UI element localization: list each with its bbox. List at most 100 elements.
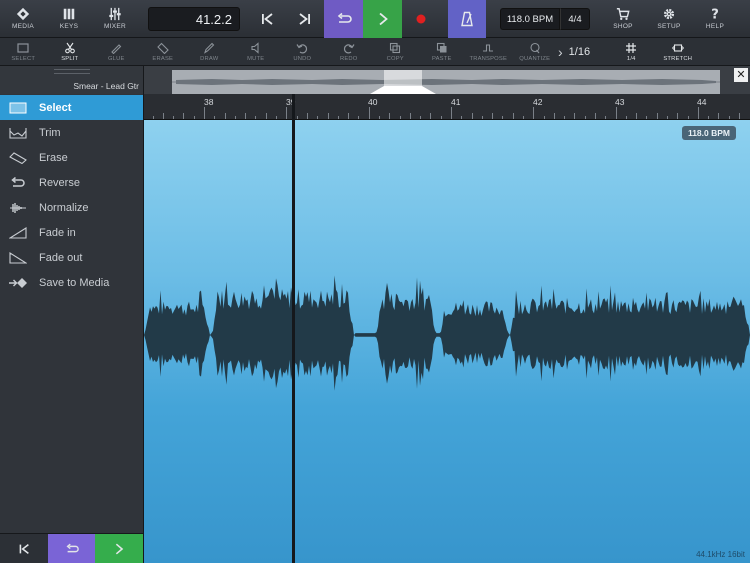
audio-edit-sidebar: Select Trim Erase Reverse Normalize Fade…: [0, 94, 144, 533]
stretch-icon: [671, 43, 684, 52]
play-button[interactable]: [363, 0, 402, 38]
ruler-tick: [409, 113, 411, 119]
song-position-display[interactable]: 41.2.2: [148, 6, 240, 31]
transpose-icon: [483, 43, 494, 52]
close-overview-button[interactable]: ✕: [734, 68, 748, 82]
sidebar-item-save-to-media[interactable]: Save to Media: [0, 270, 143, 295]
quantize-value-selector[interactable]: › 1/16: [558, 38, 594, 66]
overview-strip[interactable]: [172, 70, 720, 94]
mute-tool-button[interactable]: MUTE: [233, 38, 280, 66]
ruler-tick: [492, 113, 493, 119]
mini-rewind-button[interactable]: [0, 534, 48, 563]
ruler-tick: [574, 113, 576, 119]
quantize-icon: [530, 42, 540, 53]
bar-label-40: 40: [368, 97, 378, 107]
ruler-tick: [666, 116, 668, 119]
tempo-display[interactable]: 118.0 BPM: [500, 7, 560, 30]
copy-button[interactable]: COPY: [372, 38, 419, 66]
stretch-label: STRETCH: [663, 55, 693, 62]
stretch-button[interactable]: STRETCH: [655, 38, 702, 66]
tempo-badge: 118.0 BPM: [681, 126, 736, 140]
draw-tool-button[interactable]: DRAW: [186, 38, 233, 66]
redo-button[interactable]: REDO: [326, 38, 373, 66]
erase-tool-button[interactable]: ERASE: [140, 38, 187, 66]
ruler-tick: [553, 113, 555, 119]
ruler-tick: [152, 116, 154, 119]
quantize-button[interactable]: QUANTIZE: [512, 38, 559, 66]
keys-label: KEYS: [59, 23, 79, 30]
undo-icon: [296, 43, 308, 53]
media-button[interactable]: MEDIA: [0, 0, 46, 38]
grid-button[interactable]: 1/4: [608, 38, 655, 66]
ruler-tick: [224, 113, 226, 119]
record-icon: [416, 14, 426, 23]
glue-tool-button[interactable]: GLUE: [93, 38, 140, 66]
shop-label: SHOP: [613, 23, 633, 30]
loop-button[interactable]: [324, 0, 363, 38]
paste-icon: [436, 42, 447, 52]
mini-play-button[interactable]: [95, 534, 144, 563]
playhead-cursor[interactable]: [292, 94, 295, 563]
help-button[interactable]: ? HELP: [692, 0, 738, 38]
ruler-tick: [636, 113, 638, 119]
mini-loop-button[interactable]: [47, 534, 96, 563]
sidebar-item-select[interactable]: Select: [0, 95, 143, 120]
sidebar-item-fade-out[interactable]: Fade out: [0, 245, 143, 270]
ruler-tick: [389, 113, 391, 119]
waveform-overview[interactable]: ✕: [144, 66, 750, 94]
undo-label: UNDO: [293, 55, 312, 62]
ruler-tick: [440, 116, 442, 119]
copy-label: COPY: [386, 55, 404, 62]
resize-grip-icon[interactable]: [54, 69, 90, 74]
ruler-tick: [646, 116, 648, 119]
sidebar-item-normalize[interactable]: Normalize: [0, 195, 143, 220]
select-tool-label: SELECT: [11, 55, 36, 62]
record-button[interactable]: [402, 0, 440, 38]
sidebar-item-label: Erase: [39, 151, 68, 164]
edit-toolbar: SELECT SPLIT GLUE ERASE DRAW MUTE UNDO R…: [0, 38, 750, 66]
ruler-tick: [481, 116, 483, 119]
metronome-button[interactable]: [448, 0, 486, 38]
ruler-tick: [687, 116, 689, 119]
shop-button[interactable]: SHOP: [600, 0, 646, 38]
ruler-tick: [615, 107, 617, 119]
sidebar-item-label: Fade in: [39, 226, 76, 239]
ruler-tick: [255, 116, 257, 119]
time-signature-display[interactable]: 4/4: [560, 7, 590, 30]
ruler-tick: [543, 116, 545, 119]
track-name: Smear - Lead Gtr: [73, 81, 139, 91]
ruler-tick: [399, 116, 401, 119]
reverse-icon: [11, 176, 25, 187]
split-tool-button[interactable]: SPLIT: [47, 38, 94, 66]
keys-button[interactable]: KEYS: [46, 0, 92, 38]
grid-label: 1/4: [626, 55, 636, 62]
bar-label-43: 43: [615, 97, 625, 107]
rewind-button[interactable]: [248, 0, 286, 38]
ruler-tick: [317, 116, 319, 119]
ruler-tick: [204, 107, 205, 119]
track-name-header[interactable]: Smear - Lead Gtr: [0, 66, 144, 94]
skip-back-icon: [262, 12, 273, 25]
forward-button[interactable]: [286, 0, 324, 38]
ruler-tick: [214, 116, 216, 119]
timeline-ruler[interactable]: 38 39 40 41 42 43 44: [144, 94, 750, 120]
trim-icon: [9, 127, 27, 139]
copy-icon: [390, 42, 401, 53]
sidebar-item-trim[interactable]: Trim: [0, 120, 143, 145]
audio-waveform[interactable]: [144, 270, 750, 400]
draw-tool-label: DRAW: [200, 55, 219, 62]
waveform-shape: [144, 275, 750, 391]
audio-waveform-editor[interactable]: 118.0 BPM 44.1kHz 16bit: [144, 120, 750, 563]
mixer-button[interactable]: MIXER: [92, 0, 138, 38]
sidebar-item-erase[interactable]: Erase: [0, 145, 143, 170]
overview-window-handle[interactable]: [370, 86, 436, 94]
ruler-tick: [348, 113, 349, 119]
undo-button[interactable]: UNDO: [279, 38, 326, 66]
sidebar-item-fade-in[interactable]: Fade in: [0, 220, 143, 245]
ruler-tick: [183, 113, 185, 119]
select-tool-button[interactable]: SELECT: [0, 38, 47, 66]
sidebar-item-reverse[interactable]: Reverse: [0, 170, 143, 195]
paste-button[interactable]: PASTE: [419, 38, 466, 66]
transpose-button[interactable]: TRANSPOSE: [465, 38, 512, 66]
setup-button[interactable]: SETUP: [646, 0, 692, 38]
